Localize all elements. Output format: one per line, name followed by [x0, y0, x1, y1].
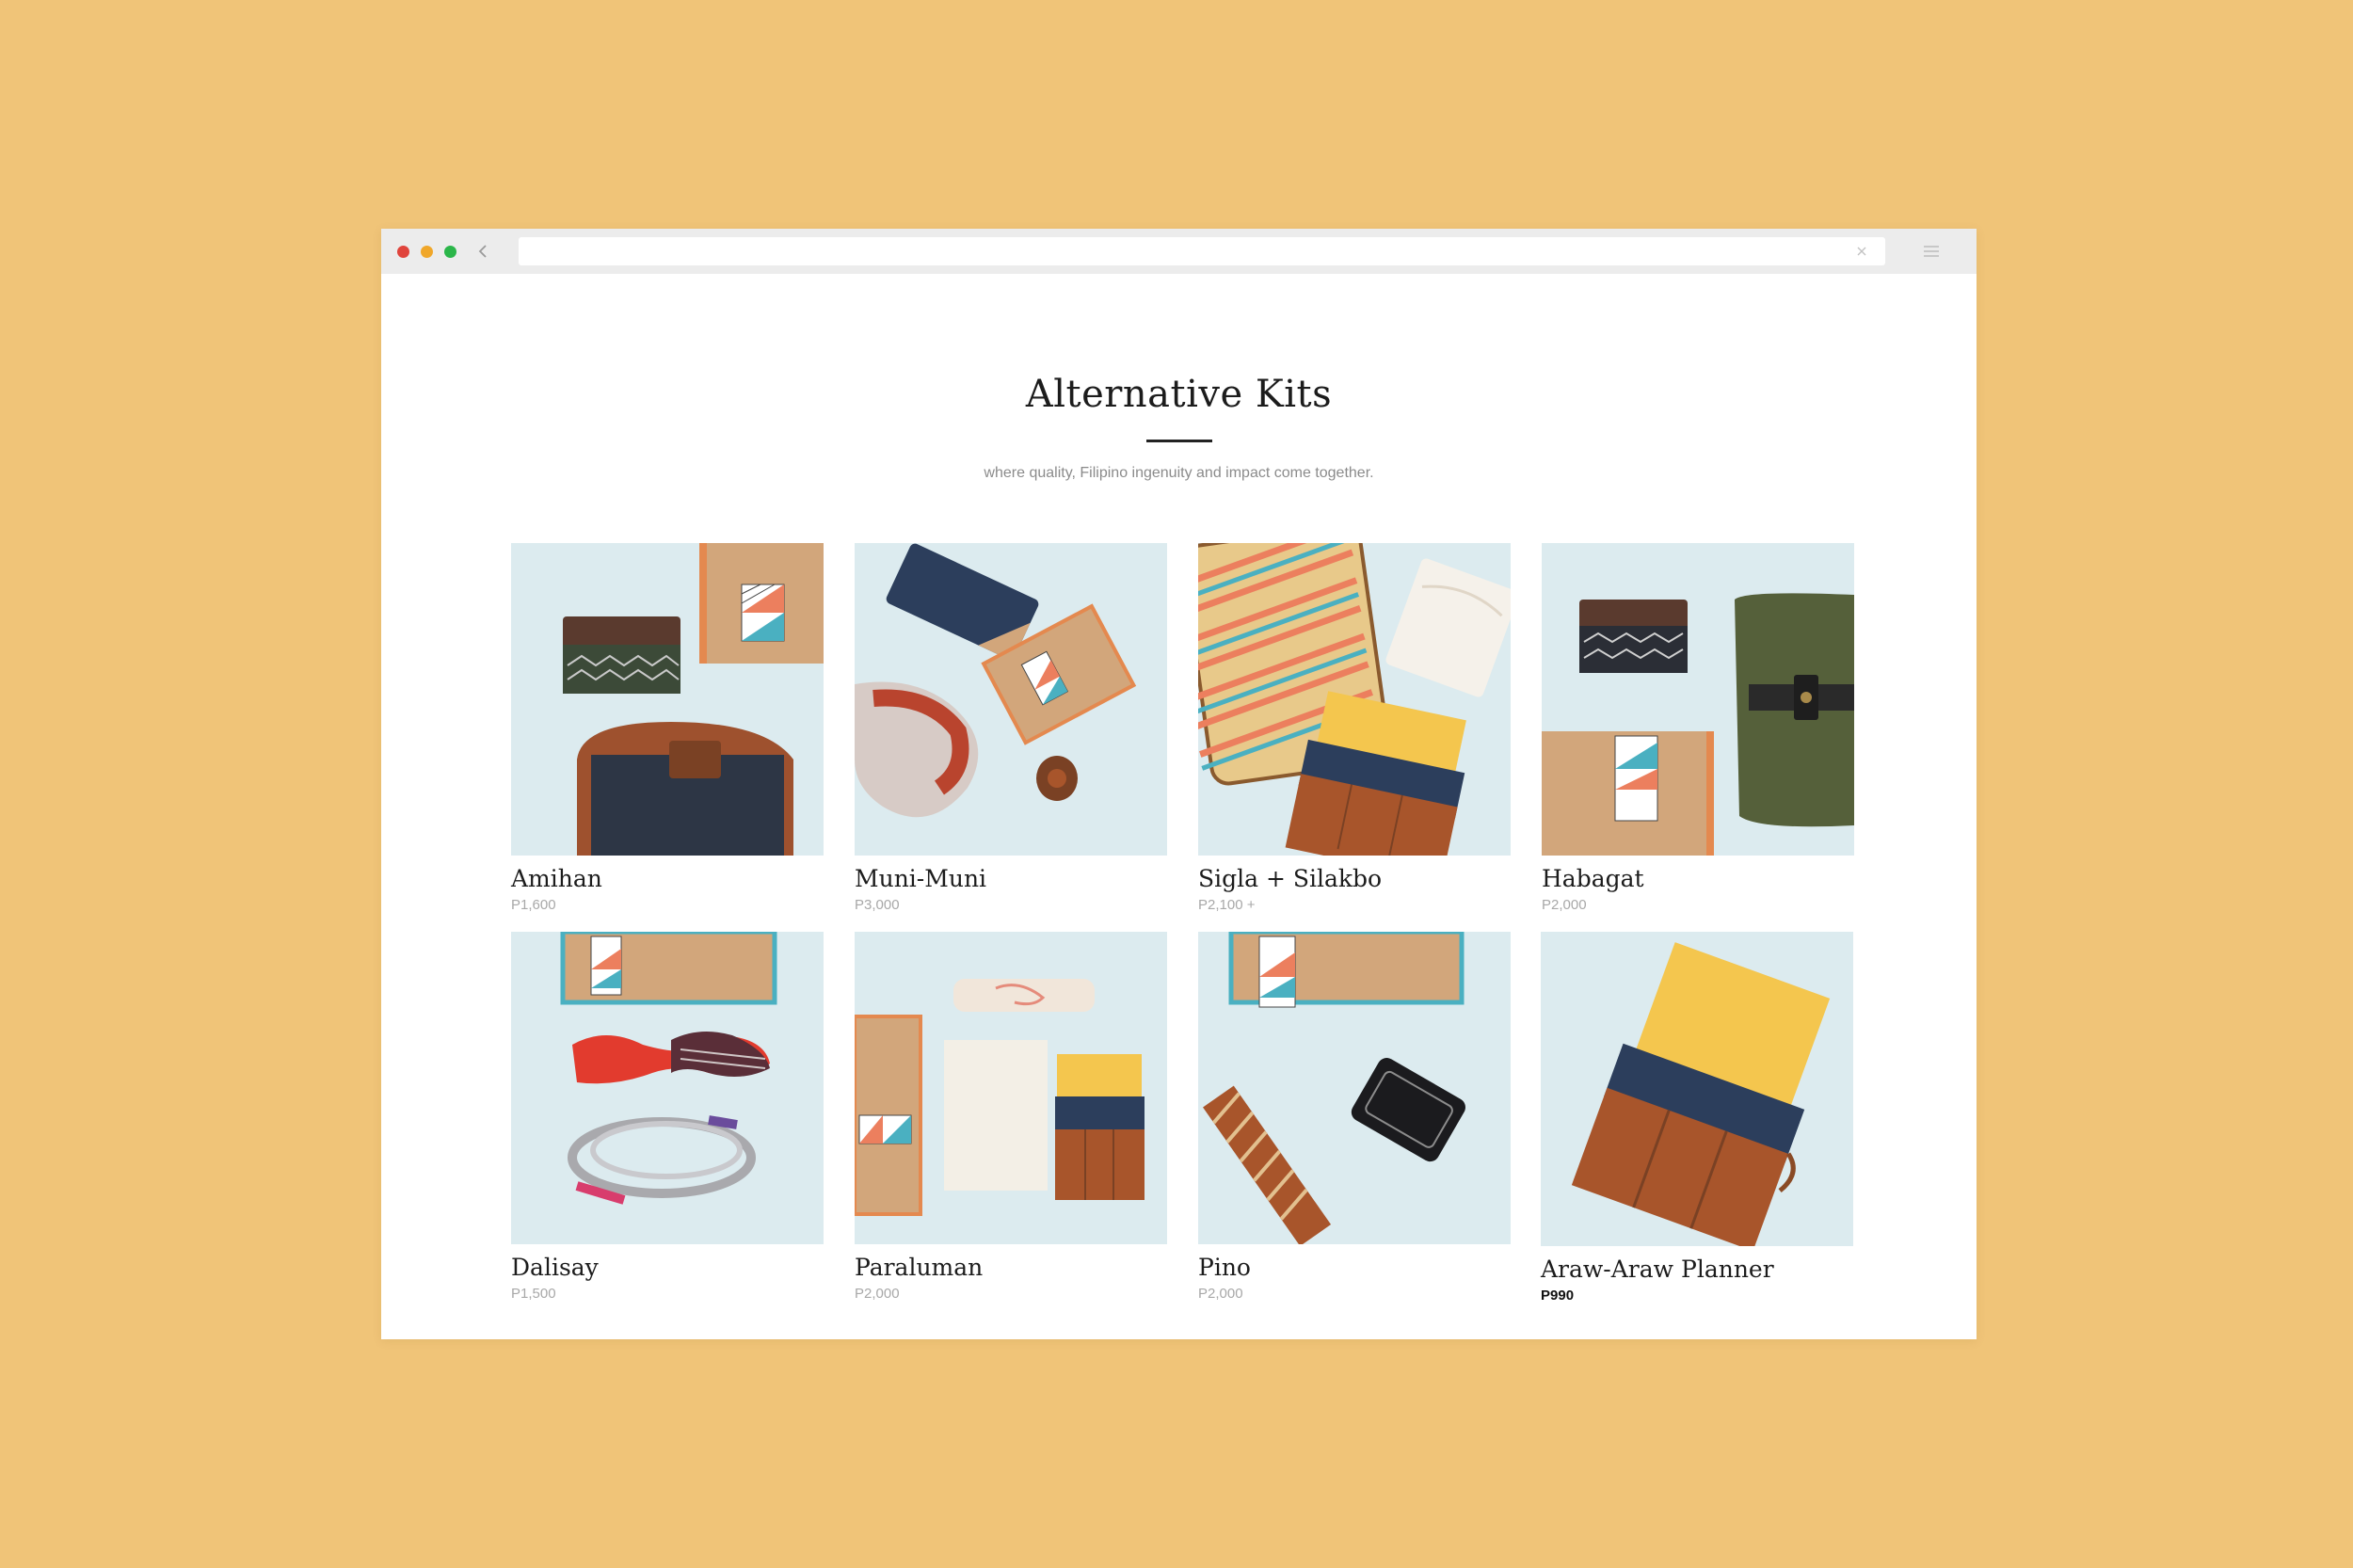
product-name[interactable]: Paraluman: [855, 1254, 1167, 1281]
product-name[interactable]: Habagat: [1542, 865, 1854, 892]
product-image-paraluman[interactable]: [855, 932, 1167, 1244]
product-name[interactable]: Amihan: [511, 865, 824, 892]
back-button[interactable]: [472, 240, 493, 263]
product-price: P1,600: [511, 897, 556, 913]
product-card-muni-muni[interactable]: Muni-Muni P3,000: [855, 543, 1167, 913]
product-name[interactable]: Dalisay: [511, 1254, 824, 1281]
close-window-button[interactable]: [397, 246, 409, 258]
product-name[interactable]: Pino: [1198, 1254, 1511, 1281]
product-price: P2,000: [1198, 1286, 1243, 1302]
product-card-dalisay[interactable]: Dalisay P1,500: [511, 932, 824, 1302]
product-image-dalisay[interactable]: [511, 932, 824, 1244]
minimize-window-button[interactable]: [421, 246, 433, 258]
page-content: Alternative Kits where quality, Filipino…: [381, 274, 1977, 1339]
product-name[interactable]: Araw-Araw Planner: [1541, 1256, 1853, 1283]
product-card-pino[interactable]: Pino P2,000: [1198, 932, 1511, 1302]
title-divider: [1146, 440, 1212, 442]
product-price: P3,000: [855, 897, 900, 913]
product-price: P1,500: [511, 1286, 556, 1302]
product-card-araw-araw-planner[interactable]: Araw-Araw Planner P990: [1541, 932, 1853, 1304]
product-image-amihan[interactable]: [511, 543, 824, 856]
chevron-left-icon: [478, 245, 487, 258]
product-card-amihan[interactable]: Amihan P1,600: [511, 543, 824, 913]
product-image-muni-muni[interactable]: [855, 543, 1167, 856]
menu-button[interactable]: [1921, 241, 1942, 262]
hamburger-menu-icon: [1924, 246, 1939, 257]
product-card-sigla-silakbo[interactable]: Sigla + Silakbo P2,100 +: [1198, 543, 1511, 913]
browser-toolbar: [381, 229, 1977, 274]
page-subtitle: where quality, Filipino ingenuity and im…: [984, 465, 1374, 481]
product-image-sigla-silakbo[interactable]: [1198, 543, 1511, 856]
product-name[interactable]: Sigla + Silakbo: [1198, 865, 1511, 892]
product-price: P990: [1541, 1288, 1575, 1304]
close-icon: [1857, 247, 1866, 256]
product-name[interactable]: Muni-Muni: [855, 865, 1167, 892]
page-title: Alternative Kits: [1025, 373, 1333, 416]
address-bar[interactable]: [519, 237, 1885, 265]
browser-window: Alternative Kits where quality, Filipino…: [381, 229, 1977, 1339]
product-image-pino[interactable]: [1198, 932, 1511, 1244]
product-price: P2,000: [855, 1286, 900, 1302]
product-image-habagat[interactable]: [1542, 543, 1854, 856]
product-card-habagat[interactable]: Habagat P2,000: [1542, 543, 1854, 913]
product-price: P2,000: [1542, 897, 1587, 913]
product-price: P2,100 +: [1198, 897, 1256, 913]
product-image-araw-araw-planner[interactable]: [1541, 932, 1853, 1246]
clear-url-button[interactable]: [1853, 243, 1870, 260]
maximize-window-button[interactable]: [444, 246, 456, 258]
product-card-paraluman[interactable]: Paraluman P2,000: [855, 932, 1167, 1302]
